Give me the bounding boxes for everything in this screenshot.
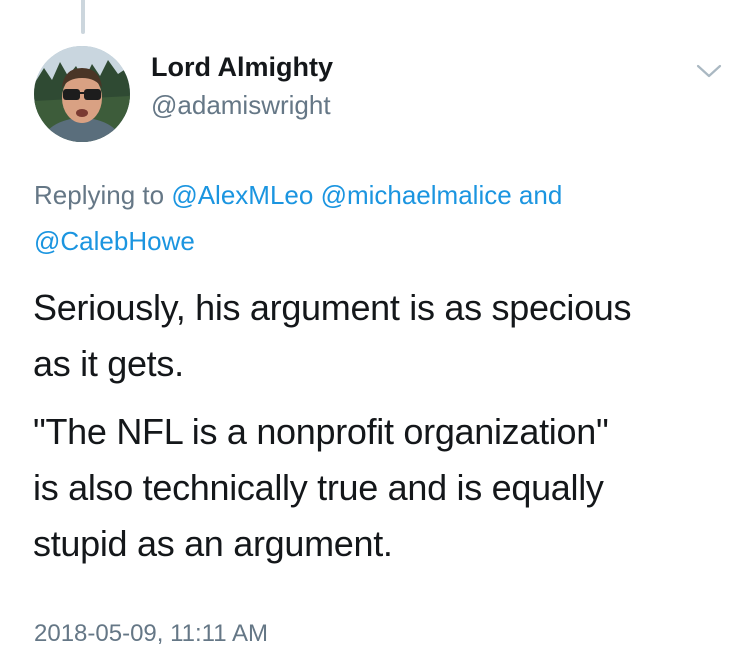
mention-link[interactable]: @AlexMLeo [171, 180, 313, 210]
mention-link[interactable]: @CalebHowe [34, 226, 195, 256]
tweet-timestamp[interactable]: 2018-05-09, 11:11 AM [34, 620, 268, 648]
replying-to-label: Replying to [34, 180, 165, 210]
thread-connector-line [81, 0, 85, 34]
author-handle[interactable]: @adamiswright [151, 90, 331, 121]
replying-to-line-continued: @CalebHowe [34, 226, 195, 257]
author-name[interactable]: Lord Almighty [151, 52, 333, 83]
tweet-body: Seriously, his argument is as specious a… [33, 280, 723, 584]
replying-to-line: Replying to @AlexMLeo @michaelmalice and [34, 180, 562, 211]
mention-link[interactable]: @michaelmalice [321, 180, 512, 210]
avatar-photo [34, 46, 130, 142]
avatar[interactable] [34, 46, 130, 142]
tweet-paragraph: Seriously, his argument is as specious a… [33, 287, 632, 384]
mention-conjunction[interactable]: and [519, 180, 562, 210]
tweet-menu-button[interactable] [694, 60, 724, 82]
chevron-down-icon [696, 64, 722, 78]
tweet-paragraph: "The NFL is a nonprofit organization" is… [33, 411, 609, 564]
